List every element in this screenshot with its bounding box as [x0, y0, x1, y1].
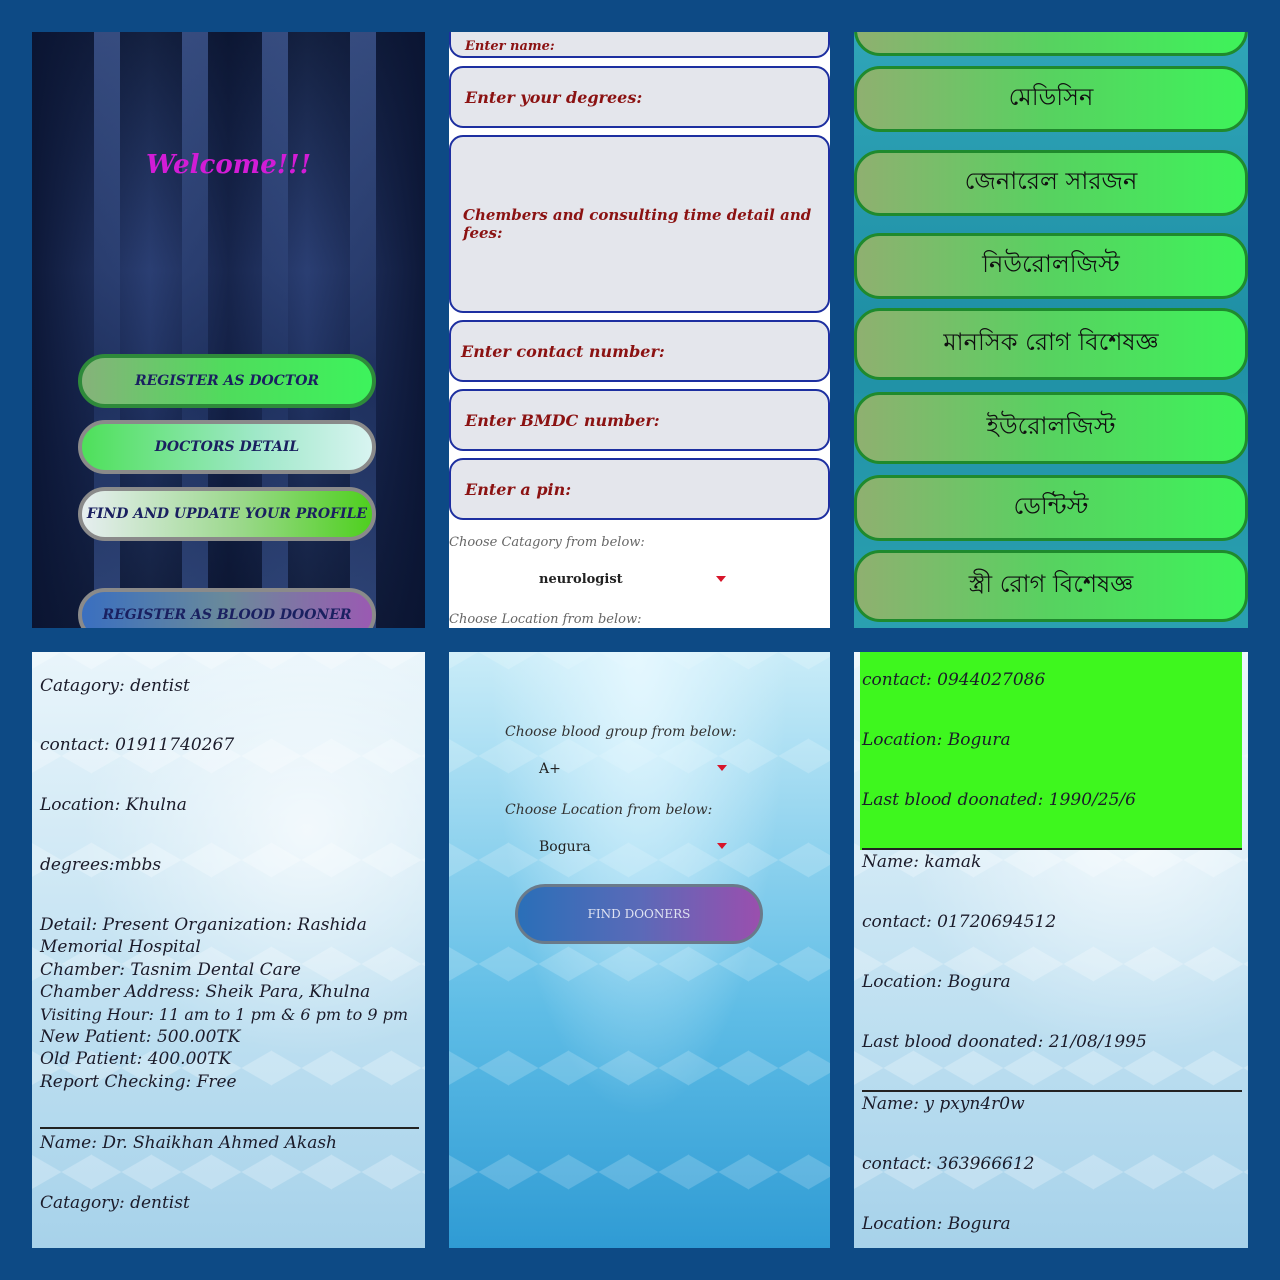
register-blood-donor-button[interactable]: REGISTER AS BLOOD DOONER: [78, 588, 376, 628]
donor-contact: contact: 363966612: [862, 1154, 1035, 1174]
location-value: Bogura: [539, 839, 591, 855]
detail-line: Detail: Present Organization: Rashida: [40, 915, 367, 935]
detail-line: Old Patient: 400.00TK: [40, 1049, 232, 1070]
donor-name: Name: y pxyn4r0w: [862, 1094, 1025, 1114]
donor-name: Name: kamak: [862, 852, 982, 872]
detail-line: Visiting Hour: 11 am to 1 pm & 6 pm to 9…: [40, 1004, 408, 1024]
degrees-field[interactable]: Enter your degrees:: [449, 66, 830, 128]
bmdc-number-field[interactable]: Enter BMDC number:: [449, 389, 830, 451]
name-field[interactable]: Enter name:: [449, 32, 830, 58]
doctor-detail-block: Detail: Present Organization: Rashida Me…: [40, 914, 419, 1093]
detail-line: Chamber Address: Sheik Para, Khulna: [40, 982, 371, 1003]
category-item-top-partial[interactable]: [854, 32, 1248, 56]
donor-contact: contact: 0944027086: [862, 670, 1046, 690]
chambers-field-placeholder: Chembers and consulting time detail and …: [463, 206, 812, 242]
detail-line: Memorial Hospital: [40, 937, 201, 958]
blood-group-label: Choose blood group from below:: [505, 724, 737, 740]
doctor-category: Catagory: dentist: [40, 676, 190, 696]
welcome-title: Welcome!!!: [146, 150, 311, 180]
location-label: Choose Location from below:: [505, 802, 713, 818]
record-divider: [862, 1090, 1242, 1092]
donor-list-screen: contact: 0944027086 Location: Bogura Las…: [854, 652, 1248, 1248]
dropdown-arrow-icon: [717, 843, 727, 849]
location-label: Choose Location from below:: [449, 612, 642, 627]
category-list-screen: মেডিসিন জেনারেল সারজন নিউরোলজিস্ট মানসিক…: [854, 32, 1248, 628]
detail-line: Chamber: Tasnim Dental Care: [40, 959, 301, 980]
name-field-placeholder: Enter name:: [465, 39, 555, 54]
dropdown-arrow-icon: [716, 576, 726, 582]
doctors-detail-button[interactable]: DOCTORS DETAIL: [78, 420, 376, 474]
degrees-field-placeholder: Enter your degrees:: [465, 87, 643, 107]
pin-field-placeholder: Enter a pin:: [465, 479, 572, 499]
category-label: Choose Catagory from below:: [449, 535, 645, 550]
dropdown-arrow-icon: [717, 765, 727, 771]
category-dropdown[interactable]: neurologist: [449, 562, 830, 598]
doctor-category: Catagory: dentist: [40, 1193, 190, 1213]
donor-location: Location: Bogura: [862, 972, 1011, 992]
detail-line: Report Checking: Free: [40, 1071, 237, 1092]
contact-number-field[interactable]: Enter contact number:: [449, 320, 830, 382]
register-doctor-button[interactable]: REGISTER AS DOCTOR: [78, 354, 376, 408]
register-form-screen: Enter name: Enter your degrees: Chembers…: [449, 32, 830, 628]
record-divider: [40, 1127, 419, 1129]
donor-location: Location: Bogura: [862, 1214, 1011, 1234]
pin-field[interactable]: Enter a pin:: [449, 458, 830, 520]
find-donors-button[interactable]: FIND DOONERS: [515, 884, 763, 944]
welcome-screen: Welcome!!! REGISTER AS DOCTOR DOCTORS DE…: [32, 32, 425, 628]
location-dropdown[interactable]: Bogura: [505, 830, 735, 864]
chambers-field[interactable]: Chembers and consulting time detail and …: [449, 135, 830, 313]
category-dropdown-value: neurologist: [539, 572, 623, 587]
donor-last-donated: Last blood doonated: 21/08/1995: [862, 1032, 1147, 1052]
category-item-gynecologist[interactable]: স্ত্রী রোগ বিশেষজ্ঞ: [854, 550, 1248, 622]
detail-line: New Patient: 500.00TK: [40, 1027, 241, 1048]
category-item-general-surgeon[interactable]: জেনারেল সারজন: [854, 150, 1248, 216]
category-item-dentist[interactable]: ডেন্টিস্ট: [854, 475, 1248, 541]
donor-location: Location: Bogura: [862, 730, 1011, 750]
donor-last-donated: Last blood doonated: 1990/25/6: [862, 790, 1136, 810]
category-item-neurologist[interactable]: নিউরোলজিস্ট: [854, 233, 1248, 299]
blood-search-screen: Choose blood group from below: A+ Choose…: [449, 652, 830, 1248]
record-divider: [862, 848, 1242, 850]
category-item-medicine[interactable]: মেডিসিন: [854, 66, 1248, 132]
contact-field-placeholder: Enter contact number:: [461, 341, 665, 361]
doctor-degrees: degrees:mbbs: [40, 855, 162, 875]
doctor-contact: contact: 01911740267: [40, 735, 235, 755]
doctor-location: Location: Khulna: [40, 795, 187, 815]
donor-contact: contact: 01720694512: [862, 912, 1057, 932]
bmdc-field-placeholder: Enter BMDC number:: [465, 410, 660, 430]
doctor-name: Name: Dr. Shaikhan Ahmed Akash: [40, 1133, 338, 1153]
category-item-urologist[interactable]: ইউরোলজিস্ট: [854, 392, 1248, 464]
blood-group-dropdown[interactable]: A+: [505, 752, 735, 786]
category-item-psychiatrist[interactable]: মানসিক রোগ বিশেষজ্ঞ: [854, 308, 1248, 380]
blood-group-value: A+: [539, 761, 561, 777]
find-update-profile-button[interactable]: FIND AND UPDATE YOUR PROFILE: [78, 487, 376, 541]
doctor-detail-screen: Catagory: dentist contact: 01911740267 L…: [32, 652, 425, 1248]
